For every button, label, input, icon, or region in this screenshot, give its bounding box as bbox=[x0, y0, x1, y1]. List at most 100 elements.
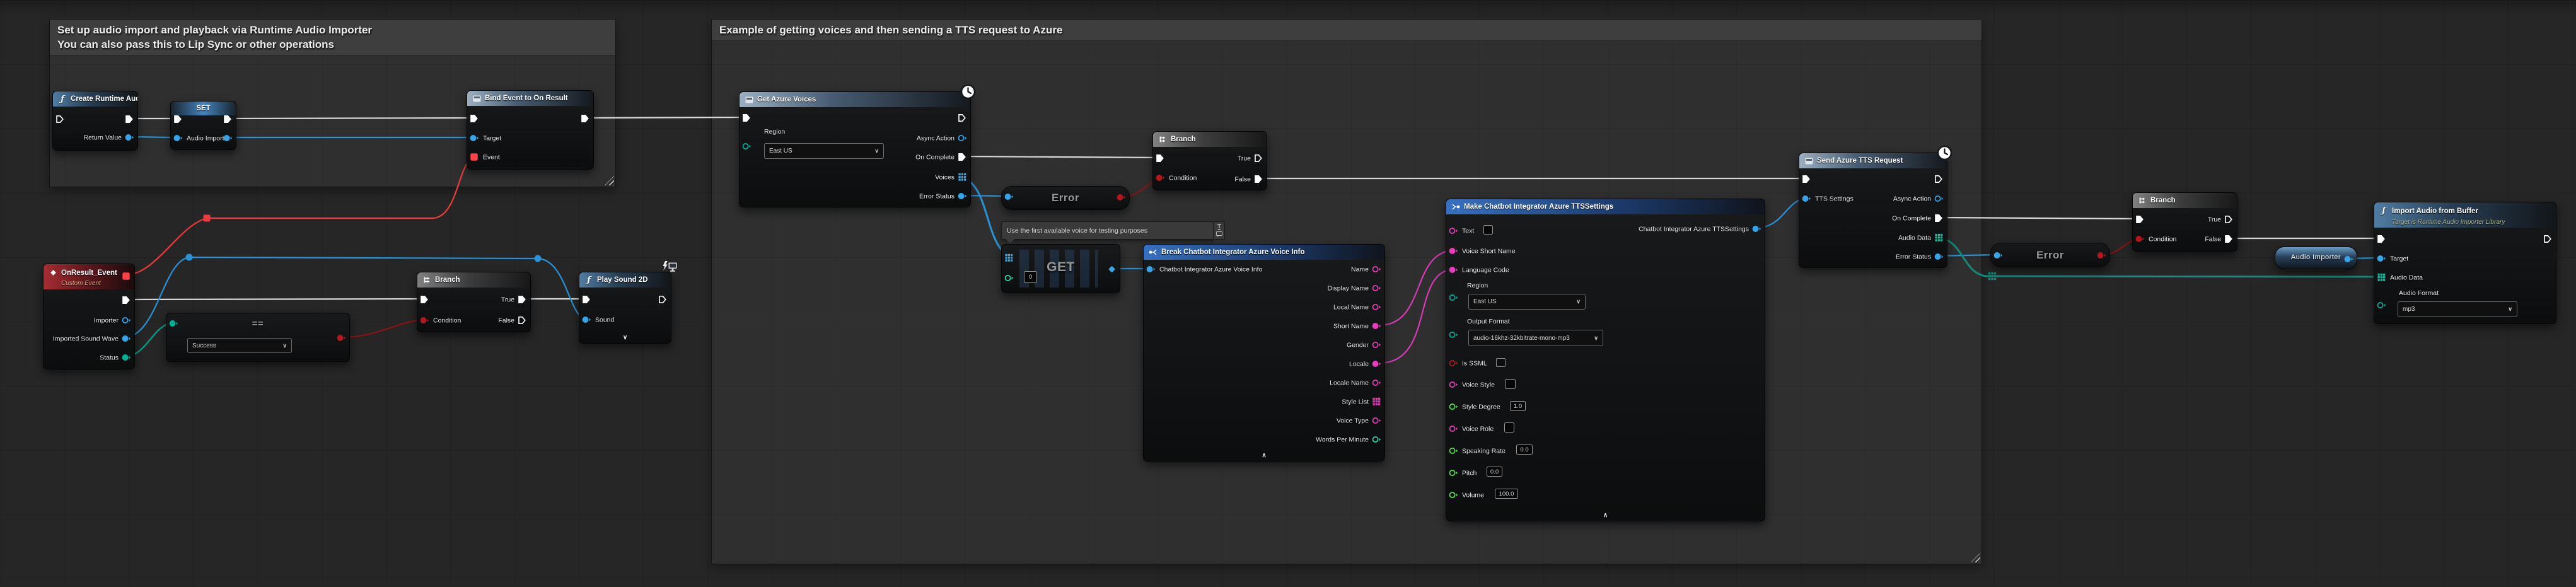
textbox-pitch[interactable]: 0.0 bbox=[1487, 467, 1502, 477]
pin-exec-exec[interactable] bbox=[1934, 175, 1944, 183]
pin-async-action[interactable] bbox=[1934, 194, 1944, 203]
pin-exec-exec[interactable] bbox=[581, 114, 591, 123]
pin-display-name[interactable] bbox=[1372, 284, 1382, 293]
pin-language-code[interactable] bbox=[1449, 265, 1459, 274]
node-comment-bubble[interactable]: Use the first available voice for testin… bbox=[1001, 221, 1214, 240]
node-header[interactable]: Branch bbox=[417, 272, 530, 288]
pin-condition[interactable] bbox=[2135, 235, 2145, 243]
pin-true[interactable] bbox=[2224, 215, 2234, 224]
array-get-node[interactable]: GET bbox=[1001, 244, 1120, 293]
pin-importer[interactable] bbox=[122, 316, 132, 325]
node-header[interactable]: ƒCreate Runtime Audio Importer bbox=[53, 91, 137, 107]
pin-circ-enum[interactable] bbox=[169, 319, 179, 328]
pin-false[interactable] bbox=[518, 316, 528, 325]
pin-grid-object[interactable] bbox=[1004, 253, 1014, 262]
textbox-volume[interactable]: 100.0 bbox=[1495, 489, 1518, 499]
reroute-node[interactable] bbox=[186, 254, 193, 261]
equal-enum-node[interactable]: == bbox=[166, 313, 350, 362]
break-azure-voice-info-node[interactable]: Break Chatbot Integrator Azure Voice Inf… bbox=[1143, 244, 1385, 462]
pin-on-complete[interactable] bbox=[1934, 214, 1944, 223]
pin-exec-exec[interactable] bbox=[2377, 235, 2387, 243]
branch-3-node[interactable]: BranchTrueConditionFalse bbox=[2132, 192, 2237, 252]
reroute-node[interactable] bbox=[204, 215, 211, 222]
pin-chatbot-integrator-azure-voice-info[interactable] bbox=[1146, 265, 1156, 274]
pin-speaking-rate[interactable] bbox=[1449, 446, 1459, 455]
node-header[interactable]: SET bbox=[171, 102, 236, 115]
pin-exec-exec[interactable] bbox=[173, 115, 183, 124]
pin-circ-object[interactable] bbox=[1004, 192, 1014, 201]
pin-gender[interactable] bbox=[1372, 340, 1382, 349]
pin-exec-exec[interactable] bbox=[958, 113, 968, 122]
pin-tts-settings[interactable] bbox=[1802, 194, 1812, 203]
node-header[interactable]: ƒPlay Sound 2D bbox=[579, 272, 671, 288]
pin-volume[interactable] bbox=[1449, 491, 1459, 499]
pin-on-complete[interactable] bbox=[958, 153, 968, 161]
pin-audio-data[interactable] bbox=[2377, 273, 2387, 282]
pin-circ-bool[interactable] bbox=[337, 334, 347, 342]
dropdown-value[interactable]: East US∨ bbox=[764, 143, 884, 159]
pin-condition[interactable] bbox=[1156, 173, 1166, 182]
pin-voice-type[interactable] bbox=[1372, 416, 1382, 425]
reroute-node[interactable] bbox=[535, 255, 542, 262]
set-audio-importer-node[interactable]: SETAudio Importer bbox=[170, 101, 236, 150]
pin-false[interactable] bbox=[1254, 175, 1264, 183]
chevron-up-icon[interactable]: ∧ bbox=[1446, 513, 1765, 519]
node-header[interactable]: Get Azure Voices bbox=[740, 92, 970, 107]
pin-exec-exec[interactable] bbox=[1802, 175, 1812, 183]
pin-locale[interactable] bbox=[1372, 359, 1382, 368]
pin-diamond-object[interactable] bbox=[1107, 265, 1117, 274]
pin-voice-style[interactable] bbox=[1449, 380, 1459, 389]
pin-exec-exec[interactable] bbox=[420, 295, 430, 304]
chevron-up-icon[interactable]: ∧ bbox=[1144, 453, 1384, 459]
textbox-value[interactable]: 0 bbox=[1024, 271, 1037, 283]
checkbox-is-ssml[interactable] bbox=[1496, 358, 1506, 367]
node-header[interactable]: ƒImport Audio from BufferTarget is Runti… bbox=[2374, 202, 2556, 228]
pin-locale-name[interactable] bbox=[1372, 378, 1382, 387]
pin-exec-exec[interactable] bbox=[125, 115, 135, 124]
pin-circ-bool[interactable] bbox=[2097, 251, 2107, 260]
pin-condition[interactable] bbox=[420, 316, 430, 325]
node-header[interactable]: Break Chatbot Integrator Azure Voice Inf… bbox=[1144, 245, 1384, 260]
pin-short-name[interactable] bbox=[1372, 322, 1382, 330]
get-audio-importer-variable-node[interactable]: Audio Importer bbox=[2275, 247, 2357, 269]
pin-exec-exec[interactable] bbox=[2543, 235, 2553, 243]
reroute-node[interactable] bbox=[1988, 272, 1996, 280]
dropdown-value[interactable]: mp3∨ bbox=[2398, 301, 2517, 317]
pin-words-per-minute[interactable] bbox=[1372, 435, 1382, 444]
error-check-2-node[interactable]: Error bbox=[1990, 243, 2110, 267]
pin-circ-int[interactable] bbox=[1004, 274, 1014, 282]
send-azure-tts-request-node[interactable]: Send Azure TTS RequestTTS SettingsAsync … bbox=[1799, 153, 1947, 268]
pin-circ-enum[interactable] bbox=[742, 142, 752, 151]
pin-async-action[interactable] bbox=[958, 134, 968, 142]
pin-error-status[interactable] bbox=[958, 192, 968, 201]
textbox-style-degree[interactable]: 1.0 bbox=[1510, 401, 1526, 411]
textbox-speaking-rate[interactable]: 0.0 bbox=[1516, 445, 1533, 455]
pin-circ-enum[interactable] bbox=[1449, 293, 1459, 302]
error-check-1-node[interactable]: Error bbox=[1001, 186, 1130, 210]
pin-true[interactable] bbox=[518, 295, 528, 304]
pin-circ-object[interactable] bbox=[1993, 251, 2004, 260]
node-header[interactable]: Branch bbox=[1153, 132, 1267, 147]
pin-exec-exec[interactable] bbox=[223, 115, 233, 124]
pin-circ-enum[interactable] bbox=[2377, 301, 2387, 310]
pin-circ-object[interactable] bbox=[223, 134, 233, 142]
pin-imported-sound-wave[interactable] bbox=[122, 334, 132, 343]
node-header[interactable]: Bind Event to On Result bbox=[467, 91, 593, 106]
pin-circ-bool[interactable] bbox=[1117, 193, 1127, 202]
textbox-voice-style[interactable] bbox=[1505, 379, 1516, 389]
pin-is-ssml[interactable] bbox=[1449, 359, 1459, 368]
pin-true[interactable] bbox=[1254, 154, 1264, 163]
pin-text[interactable] bbox=[1449, 226, 1459, 235]
textbox-voice-role[interactable] bbox=[1504, 422, 1514, 433]
pin-voice-short-name[interactable] bbox=[1449, 247, 1459, 255]
pin-square-delegate[interactable] bbox=[122, 272, 132, 281]
textbox-text[interactable] bbox=[1483, 225, 1493, 235]
play-sound-2d-node[interactable]: ƒPlay Sound 2DSound∨ bbox=[579, 272, 671, 344]
pin-style-list[interactable] bbox=[1372, 397, 1382, 406]
pin-exec-exec[interactable] bbox=[1156, 154, 1166, 163]
node-header[interactable]: OnResult_EventCustom Event bbox=[44, 264, 134, 289]
pin-audio-data[interactable] bbox=[1934, 233, 1944, 242]
pin-target[interactable] bbox=[2377, 254, 2387, 263]
pin-local-name[interactable] bbox=[1372, 303, 1382, 311]
dropdown-value[interactable]: Success∨ bbox=[187, 338, 292, 353]
